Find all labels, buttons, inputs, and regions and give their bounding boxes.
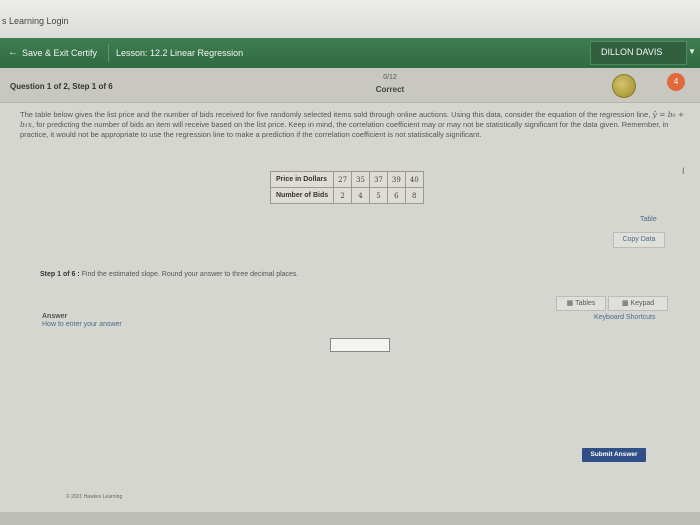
bottom-strip bbox=[0, 512, 700, 525]
problem-text-1: The table below gives the list price and… bbox=[20, 110, 651, 119]
score: 0/12 bbox=[383, 74, 397, 81]
window-title: s Learning Login bbox=[2, 16, 69, 26]
correct-label: Correct bbox=[375, 85, 405, 94]
table-cell: 27 bbox=[333, 171, 353, 188]
row-header: Price in Dollars bbox=[269, 171, 335, 188]
keypad-button[interactable]: ▩ Keypad bbox=[608, 296, 668, 311]
footer-copyright: © 2021 Hawkes Learning bbox=[66, 494, 123, 500]
back-arrow-icon[interactable]: ← bbox=[8, 47, 18, 58]
data-table: Price in Dollars 27 35 37 39 40 Number o… bbox=[269, 171, 424, 204]
browser-top-strip: s Learning Login bbox=[0, 0, 700, 38]
step-text: Find the estimated slope. Round your ans… bbox=[81, 271, 299, 278]
medal-icon bbox=[612, 74, 636, 98]
top-navbar: ← Save & Exit Certify Lesson: 12.2 Linea… bbox=[0, 38, 700, 68]
text-cursor-icon: I bbox=[682, 166, 685, 176]
user-menu[interactable]: DILLON DAVIS bbox=[590, 41, 687, 65]
table-cell: 2 bbox=[333, 187, 353, 204]
table-cell: 37 bbox=[368, 171, 388, 188]
problem-statement: The table below gives the list price and… bbox=[20, 110, 685, 140]
notification-badge[interactable]: 4 bbox=[667, 73, 685, 91]
keypad-label: Keypad bbox=[630, 300, 655, 307]
save-exit-button[interactable]: Save & Exit Certify bbox=[22, 48, 97, 58]
question-title: Question 1 of 2, Step 1 of 6 bbox=[10, 82, 113, 91]
step-label: Step 1 of 6 : bbox=[40, 271, 80, 278]
table-cell: 8 bbox=[404, 187, 424, 204]
submit-answer-button[interactable]: Submit Answer bbox=[582, 448, 646, 462]
keypad-icon: ▩ bbox=[621, 300, 629, 307]
user-name: DILLON DAVIS bbox=[601, 47, 663, 57]
table-cell: 6 bbox=[386, 187, 406, 204]
tables-label: Tables bbox=[575, 300, 596, 307]
table-row: Price in Dollars 27 35 37 39 40 bbox=[269, 171, 424, 188]
keyboard-shortcuts-link[interactable]: Keyboard Shortcuts bbox=[594, 314, 655, 321]
how-to-enter-link[interactable]: How to enter your answer bbox=[42, 321, 122, 328]
table-row: Number of Bids 2 4 5 6 8 bbox=[269, 187, 424, 204]
question-header: Question 1 of 2, Step 1 of 6 0/12 Correc… bbox=[0, 68, 700, 103]
nav-divider bbox=[108, 44, 109, 62]
row-header: Number of Bids bbox=[269, 187, 335, 204]
table-link[interactable]: Table bbox=[640, 216, 657, 223]
table-cell: 40 bbox=[404, 171, 424, 188]
table-cell: 4 bbox=[351, 187, 370, 204]
table-icon: ▦ bbox=[566, 300, 574, 307]
chevron-down-icon[interactable]: ▼ bbox=[688, 47, 696, 56]
table-cell: 39 bbox=[386, 171, 406, 188]
main-panel: Question 1 of 2, Step 1 of 6 0/12 Correc… bbox=[0, 68, 700, 518]
table-cell: 35 bbox=[351, 171, 370, 188]
step-instruction: Step 1 of 6 : Find the estimated slope. … bbox=[40, 271, 298, 278]
copy-data-button[interactable]: Copy Data bbox=[613, 232, 665, 248]
tables-button[interactable]: ▦ Tables bbox=[556, 296, 606, 311]
answer-label: Answer bbox=[42, 313, 68, 320]
problem-text-2: , for predicting the number of bids an i… bbox=[20, 120, 669, 139]
answer-input[interactable] bbox=[330, 338, 390, 352]
lesson-title: Lesson: 12.2 Linear Regression bbox=[116, 48, 244, 58]
table-cell: 5 bbox=[368, 187, 388, 204]
